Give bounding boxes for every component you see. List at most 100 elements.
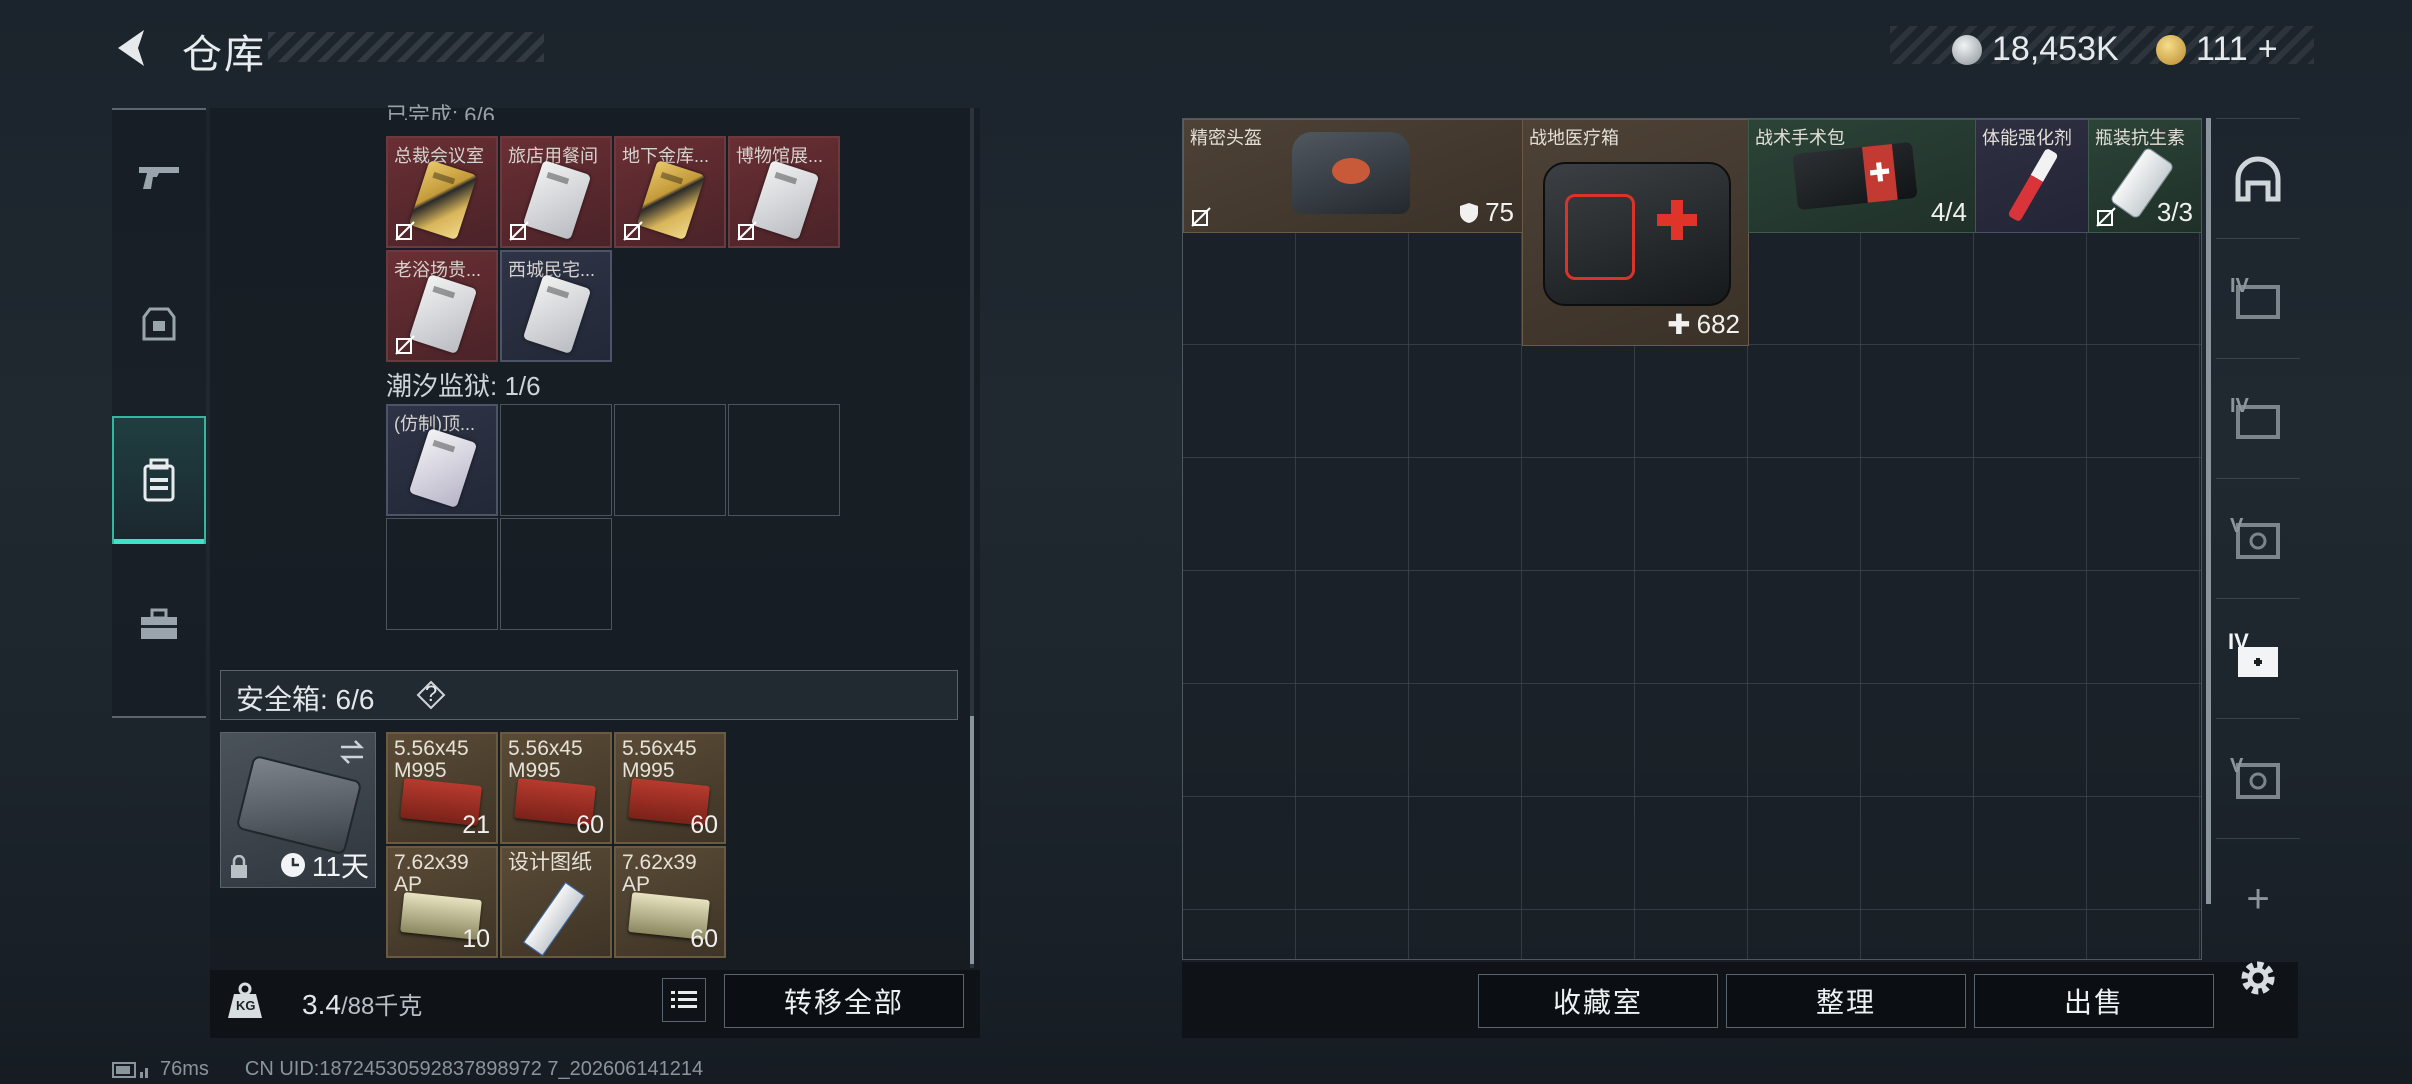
keycard-icon	[408, 159, 478, 241]
keycard-item[interactable]: (仿制)顶...	[386, 404, 498, 516]
no-trade-icon	[395, 221, 415, 241]
silver-amount: 18,453K	[1992, 30, 2119, 68]
stash-item-helmet[interactable]: 精密头盔 75	[1183, 119, 1523, 233]
ammo-item[interactable]: 7.62x39 AP 10	[386, 846, 498, 958]
weight-value: 3.4	[302, 989, 341, 1020]
keycard-item[interactable]: 地下金库...	[614, 136, 726, 248]
keycard-item[interactable]: 旅店用餐间	[500, 136, 612, 248]
no-trade-icon	[737, 221, 757, 241]
category-sidebar	[112, 108, 206, 718]
sort-button[interactable]: 整理	[1726, 974, 1966, 1028]
keycard-icon	[408, 427, 478, 509]
silver-coin-icon	[1952, 34, 1982, 65]
add-icon: +	[2246, 876, 2270, 921]
durability-value: 75	[1485, 197, 1514, 227]
ammo-item[interactable]: 7.62x39 AP 60	[614, 846, 726, 958]
category-armor[interactable]	[112, 260, 206, 388]
gear-icon	[2241, 961, 2275, 995]
no-trade-icon	[623, 221, 643, 241]
uid-text: CN UID:18724530592837898972 7_2026061412…	[244, 1058, 704, 1080]
keycard-icon	[636, 159, 706, 241]
empty-slot[interactable]	[728, 404, 840, 516]
stash-page-rail: IV IV V IV V +	[2216, 118, 2300, 948]
shield-icon	[1460, 202, 1479, 223]
no-trade-icon	[2096, 207, 2116, 227]
back-arrow-icon	[118, 30, 144, 66]
clock-icon	[280, 853, 305, 877]
swap-icon[interactable]	[337, 739, 367, 765]
vest-icon	[142, 307, 176, 341]
stash-grid: 精密头盔 75 战地医疗箱 ✚ 682 战术手术包 ✚ 4/4 体能强化剂 瓶装…	[1182, 118, 2202, 960]
toolbox-icon	[141, 608, 177, 639]
collection-room-button[interactable]: 收藏室	[1478, 974, 1718, 1028]
sell-button[interactable]: 出售	[1974, 974, 2214, 1028]
no-trade-icon	[395, 335, 415, 355]
empty-slot[interactable]	[614, 404, 726, 516]
scrollbar-thumb[interactable]	[970, 716, 974, 964]
rail-container-tier[interactable]: IV	[2216, 238, 2300, 359]
transfer-all-button[interactable]: 转移全部	[724, 974, 964, 1028]
silver-currency: 18,453K	[1952, 30, 2119, 69]
durability-value: 682	[1696, 309, 1740, 339]
stash-item-antibiotics[interactable]: 瓶装抗生素 3/3	[2088, 119, 2201, 233]
plus-icon: ✚	[1667, 309, 1691, 340]
weight-icon: KG	[226, 982, 264, 1020]
rail-add-button[interactable]: +	[2216, 838, 2300, 959]
empty-slot[interactable]	[386, 518, 498, 630]
list-view-button[interactable]	[662, 978, 706, 1022]
category-weapons[interactable]	[112, 112, 206, 240]
safe-box-slot[interactable]: 11天	[220, 732, 376, 888]
keycard-item[interactable]: 总裁会议室	[386, 136, 498, 248]
back-button[interactable]	[112, 26, 156, 70]
status-bar: 76ms CN UID:18724530592837898972 7_20260…	[112, 1058, 703, 1081]
keycard-item[interactable]: 西城民宅...	[500, 250, 612, 362]
keycard-icon	[522, 273, 592, 355]
keycard-item[interactable]: 老浴场贵...	[386, 250, 498, 362]
rail-container-tier[interactable]: V	[2216, 478, 2300, 599]
gold-add-icon[interactable]: +	[2258, 30, 2278, 69]
weight-total: /88千克	[340, 993, 423, 1020]
stash-item-stimulant[interactable]: 体能强化剂	[1975, 119, 2089, 233]
weight-readout: 3.4/88千克	[302, 986, 422, 1021]
backpack-icon	[143, 458, 175, 502]
empty-slot[interactable]	[500, 518, 612, 630]
uses-value: 4/4	[1930, 197, 1967, 227]
category-toolbox[interactable]	[112, 560, 206, 688]
blueprint-icon	[522, 881, 586, 956]
keycard-item[interactable]: 博物馆展...	[728, 136, 840, 248]
helmet-icon	[1292, 132, 1410, 214]
blueprint-item[interactable]: 设计图纸	[500, 846, 612, 958]
shelter-icon	[2235, 156, 2281, 202]
keycard-icon	[750, 159, 820, 241]
page-title: 仓库	[182, 33, 266, 77]
settings-button[interactable]	[2236, 956, 2280, 1000]
rail-container-tier[interactable]: V	[2216, 718, 2300, 839]
empty-slot[interactable]	[500, 404, 612, 516]
surgical-kit-icon: ✚	[1792, 141, 1918, 211]
rail-home[interactable]	[2216, 118, 2300, 239]
safe-box-label: 安全箱: 6/6	[236, 684, 375, 715]
completed-label: 已完成: 6/6	[386, 103, 495, 120]
ammo-item[interactable]: 5.56x45 M995 60	[500, 732, 612, 844]
stash-item-medkit[interactable]: 战地医疗箱 ✚ 682	[1522, 119, 1749, 346]
stash-item-surgical-kit[interactable]: 战术手术包 ✚ 4/4	[1748, 119, 1976, 233]
rail-medical-storage[interactable]: IV	[2216, 598, 2300, 719]
battery-signal-icon	[112, 1061, 148, 1078]
ammo-item[interactable]: 5.56x45 M995 21	[386, 732, 498, 844]
stash-scrollbar[interactable]	[2206, 118, 2211, 904]
gold-currency[interactable]: 111 +	[2156, 30, 2278, 69]
help-icon[interactable]: ?	[416, 680, 446, 710]
gold-amount: 111	[2196, 30, 2248, 68]
uses-value: 3/3	[2156, 197, 2193, 227]
ammo-item[interactable]: 5.56x45 M995 60	[614, 732, 726, 844]
ping-value: 76ms	[160, 1058, 209, 1080]
gun-icon	[139, 167, 179, 189]
category-backpack[interactable]	[112, 416, 206, 544]
list-icon	[671, 991, 697, 1008]
keycard-icon	[522, 159, 592, 241]
prison-section-label: 潮汐监狱: 1/6	[386, 371, 541, 401]
rail-container-tier[interactable]: IV	[2216, 358, 2300, 479]
title-stripe	[268, 32, 544, 62]
syringe-icon	[2007, 147, 2059, 223]
safe-case-icon	[235, 754, 363, 856]
